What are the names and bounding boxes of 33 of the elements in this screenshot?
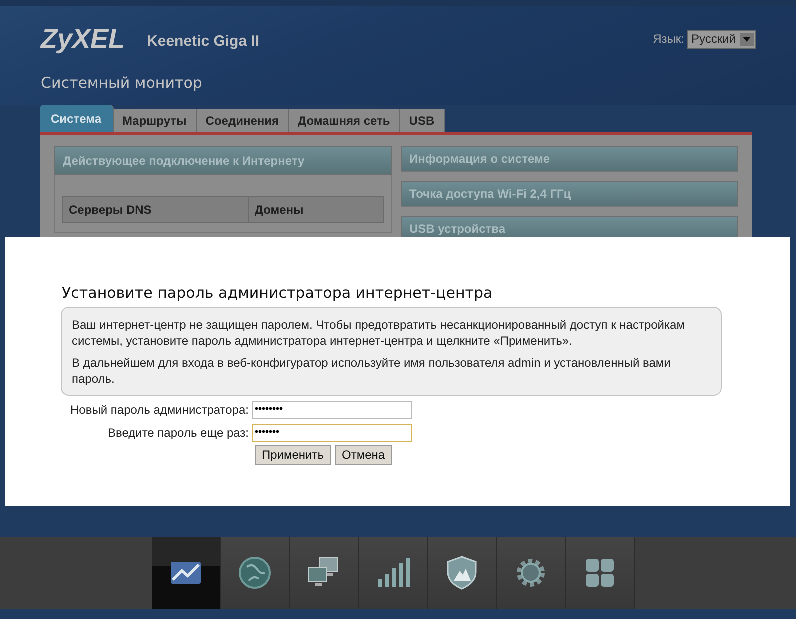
field-label: Введите пароль еще раз:: [106, 426, 249, 440]
tab[interactable]: Соединения: [196, 109, 289, 132]
tab[interactable]: Маршруты: [114, 109, 197, 132]
section-header: Действующее подключение к Интернету: [54, 146, 392, 175]
taskbar-button[interactable]: [359, 537, 428, 609]
section-header: USB устройства: [400, 216, 738, 237]
tab[interactable]: Домашняя сеть: [289, 109, 400, 132]
apply-button[interactable]: Применить: [255, 445, 332, 465]
taskbar-button[interactable]: [290, 537, 359, 609]
taskbar-button[interactable]: [152, 537, 221, 609]
language-label: Язык:: [653, 32, 684, 46]
tab[interactable]: USB: [400, 109, 445, 132]
tab[interactable]: Система: [40, 105, 114, 132]
section-header: Точка доступа Wi-Fi 2,4 ГГц: [400, 181, 738, 207]
taskbar-button[interactable]: [566, 537, 635, 609]
column-header: Домены: [248, 196, 383, 222]
dropdown-arrow-icon: [743, 36, 751, 42]
section-header: Информация о системе: [400, 146, 738, 172]
taskbar-button[interactable]: [428, 537, 497, 609]
globe-icon: [237, 555, 273, 591]
dialog-title: Установите пароль администратора интернет-центра: [62, 284, 494, 302]
info-text: Ваш интернет-центр не защищен паролем. Чтобы предотвратить несанкционированный доступ к настройкам системы, установите пароль администратора интернет-центра и щелкните «Применить».: [72, 317, 686, 349]
field-label: Новый пароль администратора:: [70, 402, 249, 416]
language-dropdown[interactable]: Русский: [687, 30, 756, 48]
cancel-button[interactable]: Отмена: [335, 445, 392, 465]
zyxel-logo: ZyXEL: [41, 24, 126, 54]
password-field[interactable]: •••••••: [252, 424, 412, 442]
column-header: Серверы DNS: [62, 196, 248, 222]
password-field[interactable]: ••••••••: [252, 400, 412, 418]
page-title: Системный монитор: [41, 74, 204, 92]
taskbar-button[interactable]: [497, 537, 566, 609]
model-name: Keenetic Giga II: [147, 32, 260, 50]
info-text: В дальнейшем для входа в веб-конфигуратор используйте имя пользователя admin и установленный вами пароль.: [72, 355, 672, 387]
